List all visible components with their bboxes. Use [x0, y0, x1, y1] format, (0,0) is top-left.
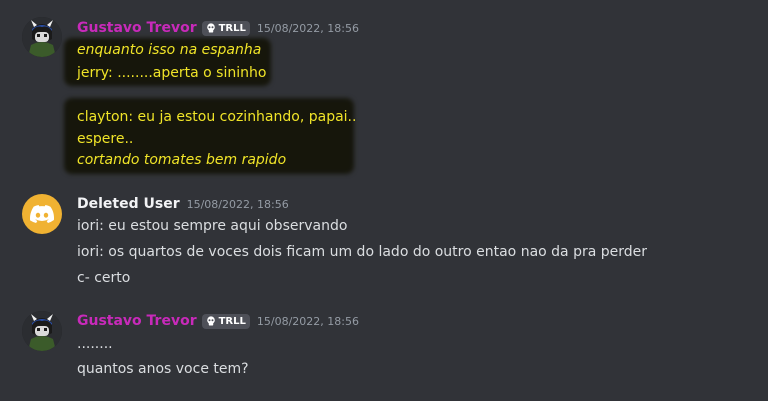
- message-line: cortando tomates bem rapido: [77, 152, 287, 168]
- message-header: Gustavo Trevor TRLL 15/08/2022, 18:56: [77, 20, 359, 36]
- message-line: c- certo: [77, 270, 131, 286]
- character-avatar-icon: [22, 17, 62, 57]
- username[interactable]: Deleted User: [77, 196, 180, 212]
- role-tag[interactable]: TRLL: [201, 313, 250, 329]
- message-line: enquanto isso na espanha: [77, 42, 262, 58]
- user-avatar[interactable]: [22, 17, 62, 57]
- username[interactable]: Gustavo Trevor: [77, 20, 197, 36]
- message-line: espere..: [77, 131, 134, 147]
- role-tag[interactable]: TRLL: [201, 20, 250, 36]
- skull-icon: [206, 23, 215, 33]
- user-avatar[interactable]: [22, 311, 62, 351]
- message-line: jerry: ........aperta o sininho: [77, 65, 267, 81]
- timestamp[interactable]: 15/08/2022, 18:56: [257, 315, 359, 328]
- timestamp[interactable]: 15/08/2022, 18:56: [257, 22, 359, 35]
- message-line: quantos anos voce tem?: [77, 361, 249, 377]
- message-line: clayton: eu ja estou cozinhando, papai..: [77, 109, 357, 125]
- role-tag-label: TRLL: [218, 22, 246, 34]
- message-header: Gustavo Trevor TRLL 15/08/2022, 18:56: [77, 313, 359, 329]
- username[interactable]: Gustavo Trevor: [77, 313, 197, 329]
- message-header: Deleted User 15/08/2022, 18:56: [77, 196, 289, 212]
- character-avatar-icon: [22, 311, 62, 351]
- message-line: iori: os quartos de voces dois ficam um …: [77, 244, 648, 260]
- discord-logo-icon: [30, 205, 54, 223]
- skull-icon: [206, 316, 215, 326]
- message-line: iori: eu estou sempre aqui observando: [77, 218, 348, 234]
- timestamp[interactable]: 15/08/2022, 18:56: [187, 198, 289, 211]
- user-avatar[interactable]: [22, 194, 62, 234]
- message-line: ........: [77, 336, 113, 352]
- role-tag-label: TRLL: [218, 315, 246, 327]
